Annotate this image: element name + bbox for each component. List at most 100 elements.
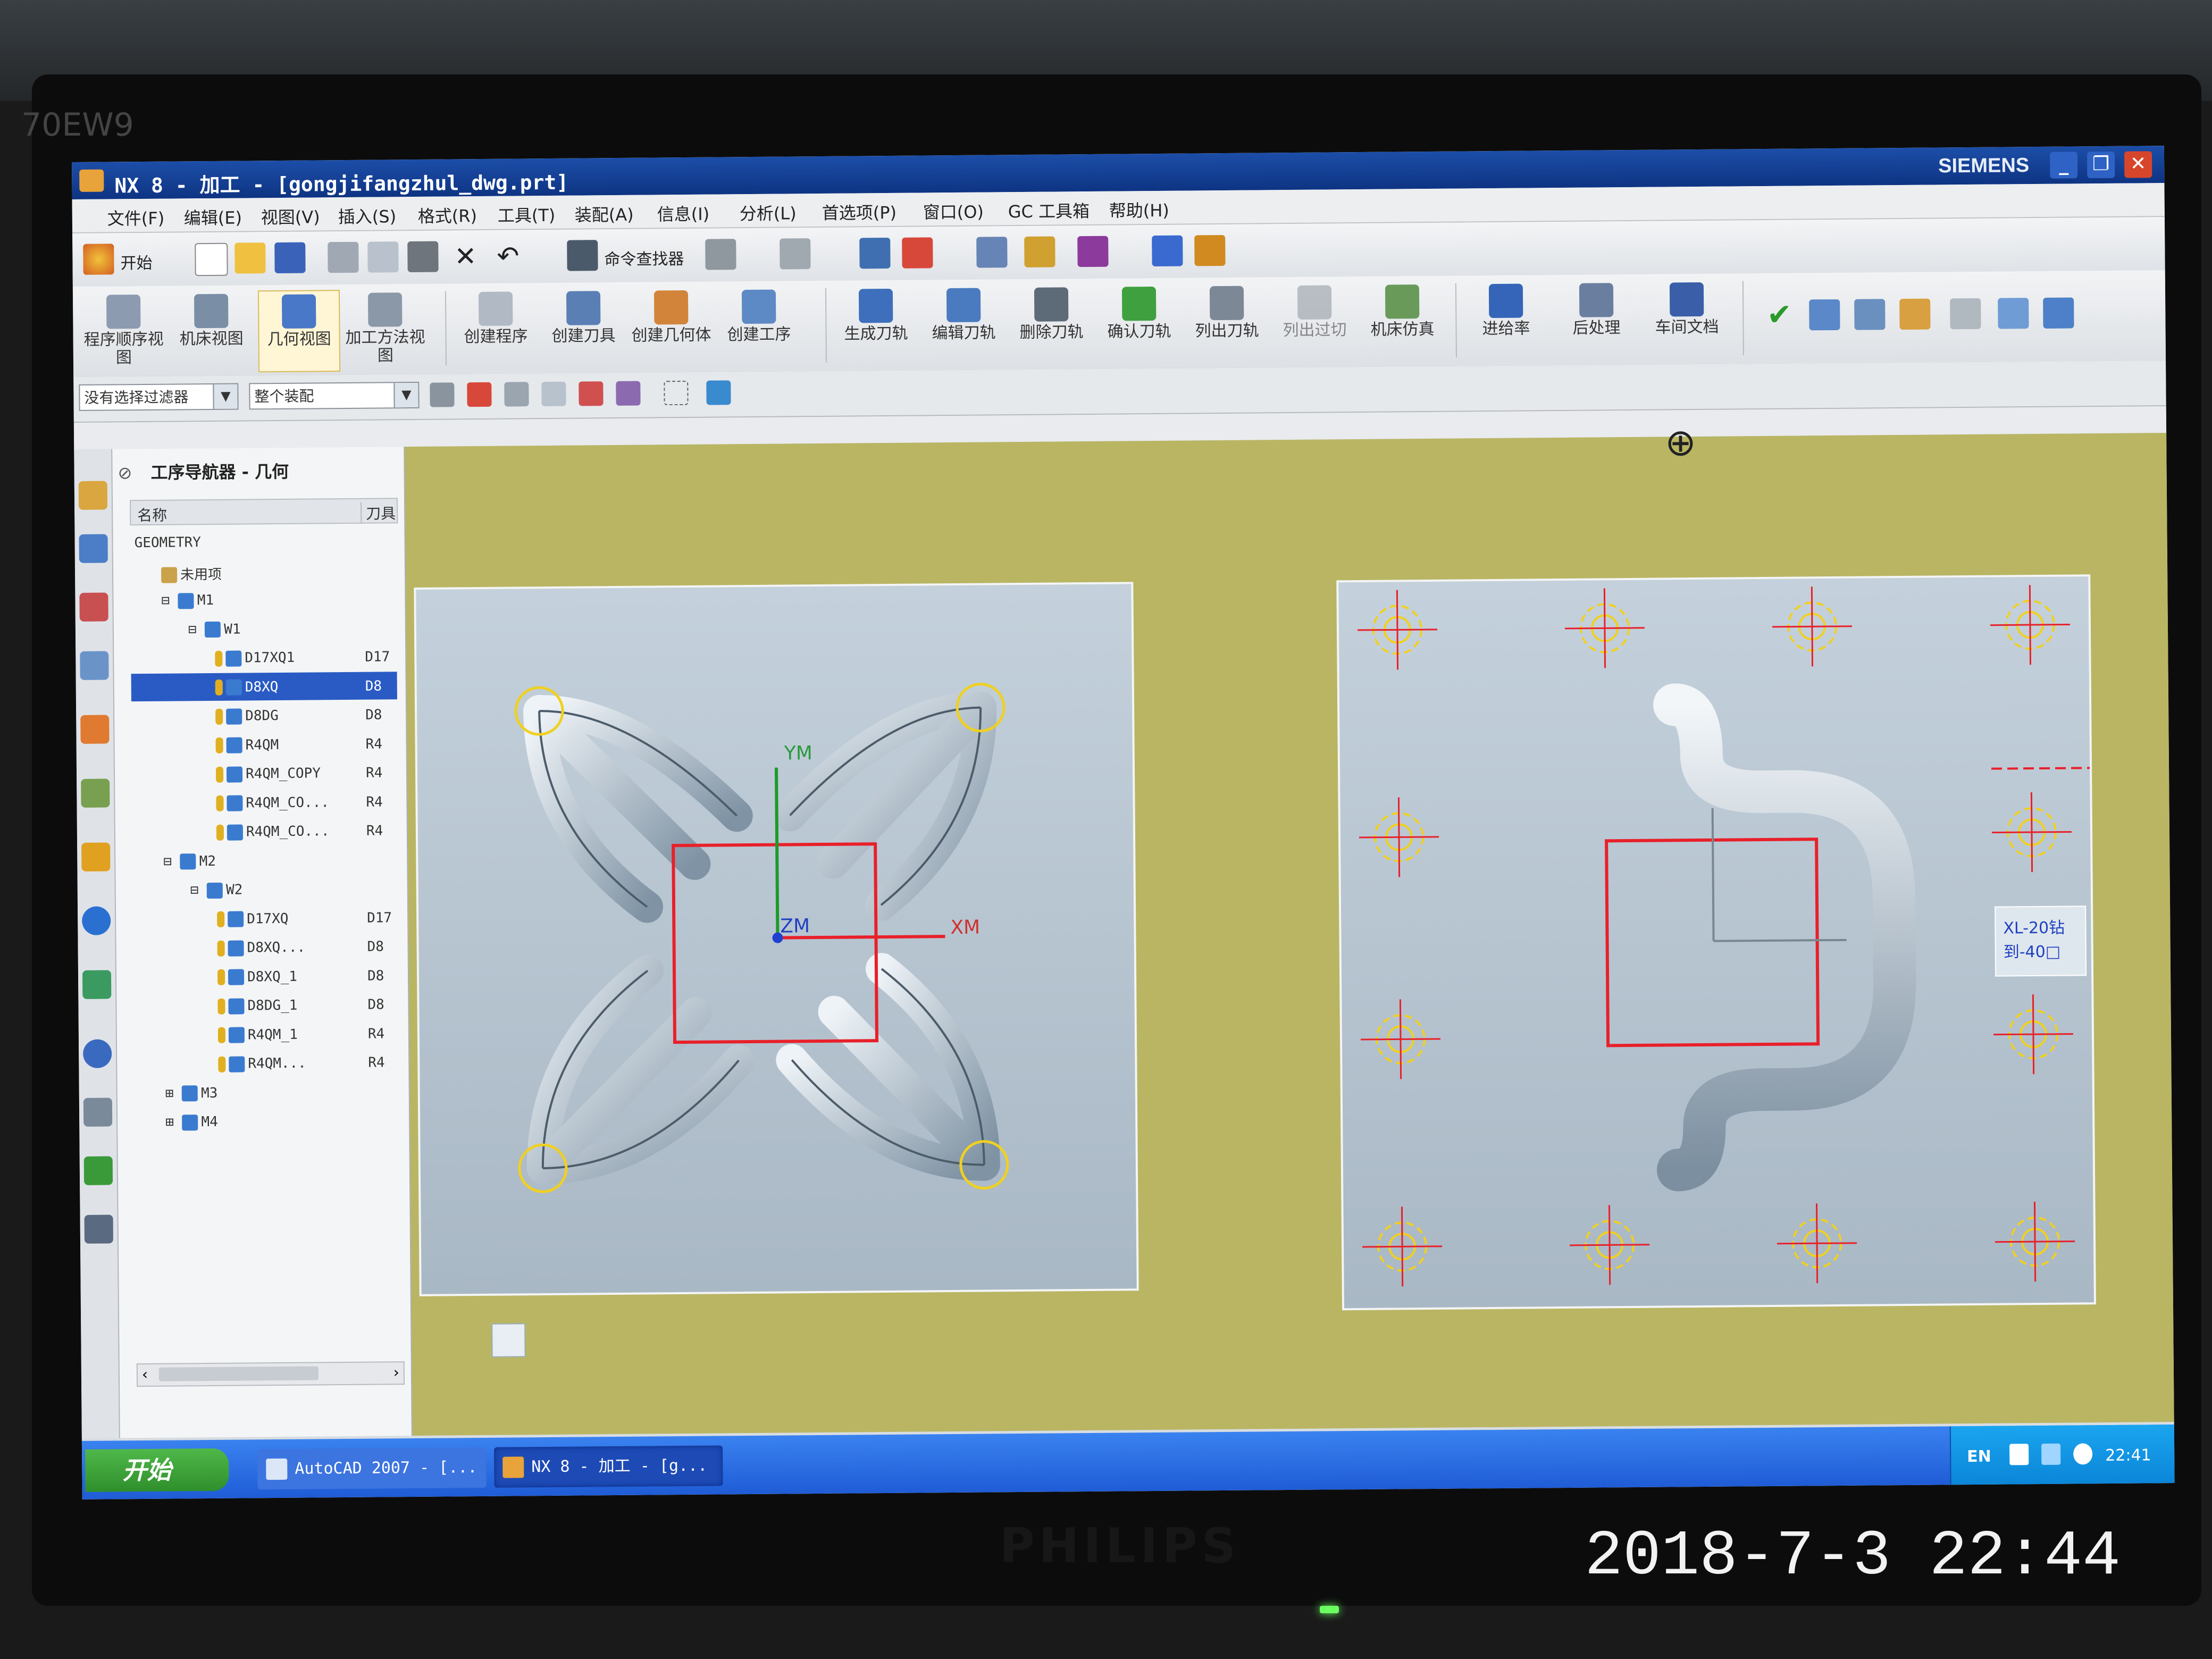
motion-icon[interactable] — [1077, 236, 1109, 267]
collapse-icon[interactable]: ⊟ — [161, 592, 178, 609]
tree-node-row[interactable]: ⊟ W1 — [131, 614, 397, 643]
network-icon[interactable] — [2073, 1443, 2093, 1465]
part-right[interactable]: XL-20钻 到-40□ — [1336, 574, 2096, 1311]
collapse-icon[interactable]: ⊟ — [190, 882, 207, 898]
operation-row[interactable]: D17XQ1 D17 — [131, 642, 397, 672]
collapse-icon[interactable]: ⊟ — [163, 853, 180, 869]
menu-format[interactable]: 格式(R) — [418, 203, 477, 228]
navigator-hscrollbar[interactable]: ‹ › — [136, 1361, 405, 1387]
palette-icon[interactable] — [83, 1097, 113, 1127]
cut-icon[interactable] — [328, 241, 359, 273]
flag-icon[interactable] — [1950, 298, 1981, 330]
verify-toolpath-button[interactable]: 确认刀轨 — [1099, 283, 1179, 364]
program-order-view-button[interactable]: 程序顺序视图 — [83, 291, 164, 372]
operation-row[interactable]: R4QM_COPY R4 — [132, 758, 398, 788]
hd3d-icon[interactable] — [81, 778, 110, 808]
snap-point-icon[interactable] — [467, 382, 492, 407]
delete-toolpath-button[interactable]: 删除刀轨 — [1011, 284, 1092, 364]
history-icon[interactable] — [81, 906, 111, 935]
operation-row[interactable]: R4QM R4 — [131, 730, 397, 759]
cursor-icon[interactable] — [616, 381, 641, 406]
scroll-left-icon[interactable]: ‹ — [142, 1365, 148, 1383]
create-tool-button[interactable]: 创建刀具 — [543, 288, 624, 368]
start-button[interactable]: 开始 — [85, 1448, 229, 1492]
volume-icon[interactable] — [2041, 1443, 2061, 1465]
graphics-window[interactable]: ⊕ YM XM ZM XL-20钻 到-40□ — [405, 421, 2174, 1436]
intersect-icon[interactable] — [579, 381, 604, 406]
copy-icon[interactable] — [367, 241, 399, 273]
command-finder-icon[interactable] — [567, 240, 598, 271]
analysis-icon[interactable] — [1024, 236, 1055, 267]
menu-insert[interactable]: 插入(S) — [338, 203, 397, 228]
new-file-icon[interactable] — [195, 242, 228, 276]
curve-rule-icon[interactable] — [504, 382, 529, 407]
minimize-button[interactable]: _ — [2049, 152, 2078, 179]
create-operation-button[interactable]: 创建工序 — [719, 286, 799, 366]
operation-row[interactable]: D17XQ D17 — [133, 903, 399, 933]
menu-edit[interactable]: 编辑(E) — [184, 204, 242, 229]
save-icon[interactable] — [274, 242, 306, 274]
collapse-icon[interactable]: ⊟ — [188, 622, 205, 638]
menu-tools[interactable]: 工具(T) — [498, 202, 556, 227]
scope-dropdown[interactable]: 整个装配 ▼ — [249, 381, 420, 410]
machine-tab-icon[interactable] — [79, 534, 108, 563]
scroll-thumb[interactable] — [158, 1366, 319, 1381]
export-icon[interactable] — [2043, 297, 2074, 329]
operation-row[interactable]: D8DG D8 — [131, 700, 397, 730]
tree-node-row[interactable]: ⊞ M3 — [135, 1077, 400, 1107]
navigator-tab-icon[interactable] — [78, 481, 108, 510]
help-icon[interactable] — [2009, 1444, 2029, 1465]
tree-node-row[interactable]: 未用项 — [130, 556, 396, 585]
expand-icon[interactable]: ⊞ — [165, 1085, 182, 1101]
machine-view-button[interactable]: 机床视图 — [171, 290, 252, 371]
restore-button[interactable]: ❐ — [2087, 151, 2115, 179]
operation-row[interactable]: R4QM... R4 — [134, 1048, 400, 1078]
tree-node-row[interactable]: ⊟ W2 — [133, 874, 399, 904]
command-finder-label[interactable]: 命令查找器 — [604, 246, 684, 270]
roles-icon[interactable] — [83, 1156, 113, 1185]
assembly-tab-icon[interactable] — [79, 592, 108, 622]
operation-row[interactable]: R4QM_CO... R4 — [132, 787, 398, 817]
task-autocad[interactable]: AutoCAD 2007 - [... — [257, 1447, 487, 1490]
message-icon[interactable] — [1998, 298, 2029, 329]
list-gouge-button[interactable]: 列出过切 — [1275, 282, 1355, 362]
undo-icon[interactable]: ↶ — [492, 240, 523, 271]
paste-icon[interactable] — [407, 241, 439, 273]
create-geometry-button[interactable]: 创建几何体 — [631, 287, 711, 367]
menu-analysis[interactable]: 分析(L) — [740, 200, 797, 225]
menu-help[interactable]: 帮助(H) — [1109, 197, 1169, 222]
open-folder-icon[interactable] — [234, 242, 266, 274]
col-tool[interactable]: 刀具 — [361, 502, 396, 524]
start-icon[interactable] — [83, 244, 114, 275]
attributes-icon[interactable] — [1809, 299, 1840, 331]
selection-icon[interactable] — [780, 238, 811, 270]
tree-node-row[interactable]: ⊟ M2 — [132, 845, 398, 875]
report-icon[interactable] — [1899, 298, 1931, 330]
col-name[interactable]: 名称 — [137, 504, 167, 525]
reuse-library-icon[interactable] — [80, 715, 110, 744]
wcs-icon[interactable] — [902, 237, 933, 269]
system-material-icon[interactable] — [82, 970, 112, 999]
scroll-right-icon[interactable]: › — [393, 1363, 399, 1381]
tree-node-row[interactable]: GEOMETRY — [130, 526, 396, 556]
pencil-icon[interactable] — [1194, 234, 1226, 266]
type-filter-dropdown[interactable]: 没有选择过滤器 ▼ — [79, 383, 239, 411]
operation-row[interactable]: D8XQ... D8 — [133, 932, 399, 962]
tree-node-row[interactable]: ⊟ M1 — [130, 584, 396, 614]
check-icon[interactable]: ✔ — [1764, 298, 1795, 332]
layer-icon[interactable] — [859, 237, 891, 269]
machine-sim-button[interactable]: 机床仿真 — [1362, 281, 1443, 362]
select-face-icon[interactable] — [541, 381, 566, 407]
menu-assembly[interactable]: 装配(A) — [575, 202, 634, 227]
menu-info[interactable]: 信息(I) — [657, 201, 710, 226]
generate-toolpath-button[interactable]: 生成刀轨 — [836, 286, 916, 366]
shop-doc-button[interactable]: 车间文档 — [1647, 279, 1727, 359]
expand-icon[interactable]: ⊞ — [165, 1114, 182, 1130]
measure-icon[interactable] — [1152, 235, 1183, 267]
operation-row[interactable]: R4QM_1 R4 — [134, 1019, 400, 1049]
tray-clock[interactable]: 22:41 — [2105, 1446, 2151, 1465]
operation-row[interactable]: D8XQ D8 — [131, 671, 397, 701]
operation-row[interactable]: R4QM_CO... R4 — [132, 816, 398, 846]
geometry-view-button[interactable]: 几何视图 — [257, 290, 341, 373]
edit-toolpath-button[interactable]: 编辑刀轨 — [924, 284, 1004, 365]
